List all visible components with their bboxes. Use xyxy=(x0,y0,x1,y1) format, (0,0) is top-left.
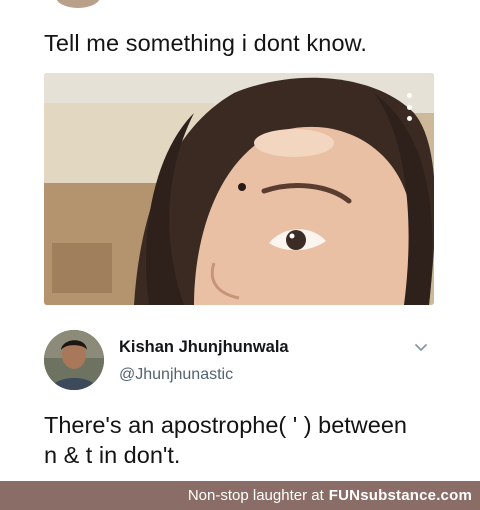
footer-caption: Non-stop laughter at xyxy=(187,487,324,504)
reply-text-line-1: There's an apostrophe( ' ) between xyxy=(44,412,407,438)
reply-author-handle[interactable]: @Jhunjhunastic xyxy=(119,366,233,384)
chevron-down-icon[interactable] xyxy=(412,338,430,356)
reply-text-line-2: n & t in don't. xyxy=(44,442,181,468)
footer-brand: FUNsubstance.com xyxy=(328,487,472,504)
watermark-footer: Non-stop laughter at FUNsubstance.com xyxy=(0,481,480,510)
author-avatar-partial xyxy=(56,0,100,8)
reply-author-name[interactable]: Kishan Jhunjhunwala xyxy=(119,338,289,357)
more-options-button[interactable] xyxy=(402,93,416,121)
tweet-text: Tell me something i dont know. xyxy=(44,30,368,56)
tweet-photo[interactable] xyxy=(44,73,434,305)
reply-text: There's an apostrophe( ' ) between n & t… xyxy=(44,410,464,470)
avatar[interactable] xyxy=(44,330,104,390)
more-vertical-icon xyxy=(406,93,412,98)
